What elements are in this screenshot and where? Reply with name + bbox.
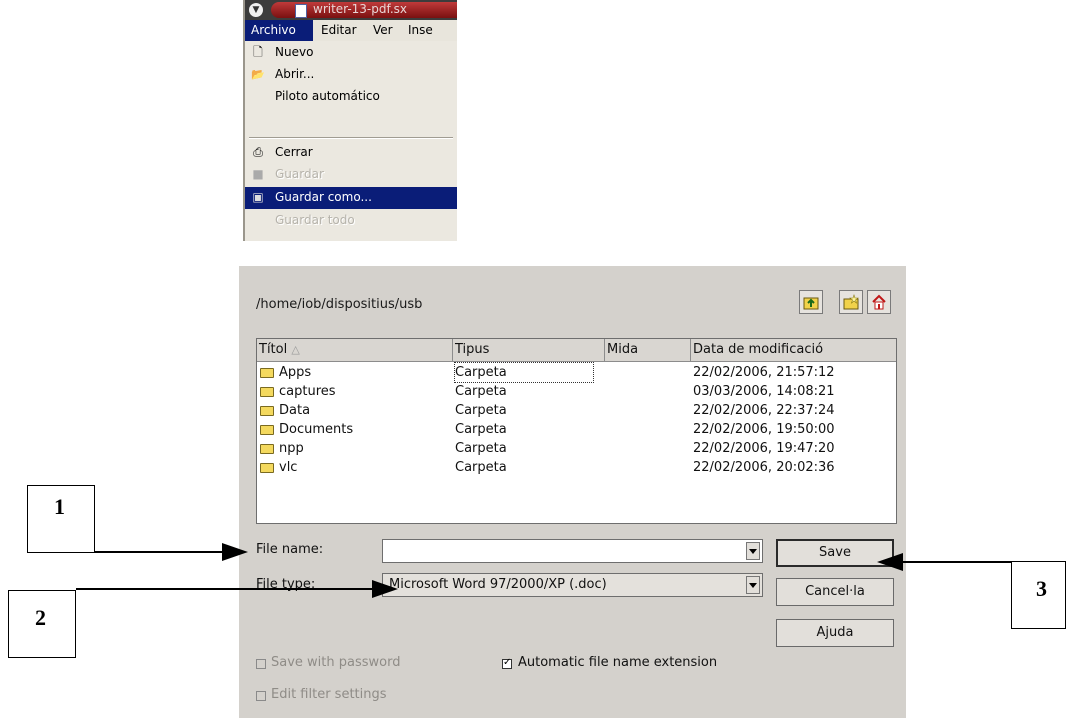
arrow-3 <box>877 553 1011 571</box>
arrow-1 <box>95 543 248 561</box>
arrow-2 <box>76 580 398 598</box>
callout-arrows <box>76 543 1011 598</box>
